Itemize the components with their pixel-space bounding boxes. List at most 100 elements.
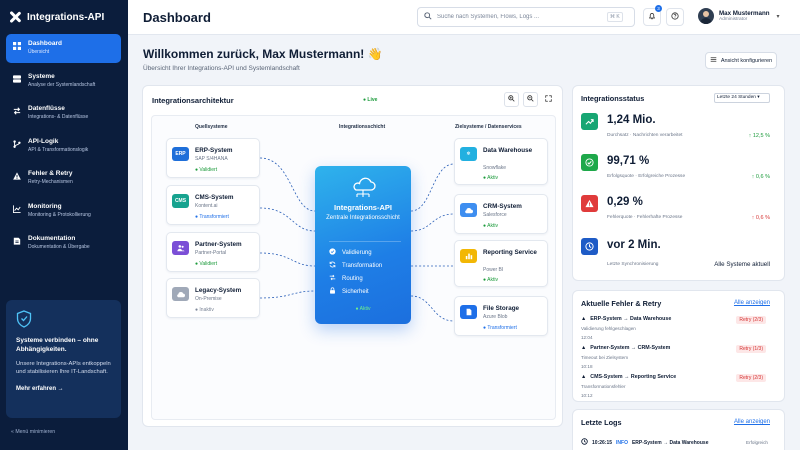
target-system-data-warehouse[interactable]: ❄ Data Warehouse Snowflake ● Aktiv — [454, 138, 548, 185]
warning-icon: ▲ — [581, 374, 587, 380]
target-system-crm[interactable]: CRM-System Salesforce ● Aktiv — [454, 194, 548, 234]
error-time: 12:04 — [581, 335, 593, 340]
check-icon — [581, 154, 598, 171]
bell-icon — [648, 12, 656, 22]
user-menu[interactable]: Max Mustermann Administrator ▾ — [698, 8, 780, 24]
error-item[interactable]: ▲ CMS-System → Reporting Service Transfor… — [581, 374, 778, 399]
time-range-value: Letzte 24 Stunden — [717, 95, 756, 100]
log-row[interactable]: 10:26:15 INFO ERP-System → Data Warehous… — [581, 438, 778, 447]
status-badge: ● Aktiv — [483, 175, 498, 181]
status-card: Integrationsstatus Letzte 24 Stunden ▾ 1… — [572, 85, 785, 281]
sidebar-item-monitoring[interactable]: Monitoring Monitoring & Protokollierung — [6, 197, 121, 226]
dashboard-icon — [13, 42, 21, 50]
chart-icon — [13, 204, 21, 213]
logs-card: Letzte Logs Alle anzeigen 10:26:15 INFO … — [572, 409, 785, 450]
system-sub: Azure Blob — [483, 314, 508, 320]
zoom-in-button[interactable] — [504, 92, 519, 107]
logs-show-all-link[interactable]: Alle anzeigen — [734, 419, 770, 425]
promo-text: Unsere Integrations-APIs entkoppeln und … — [16, 361, 111, 375]
welcome-subtitle: Übersicht Ihrer Integrations-API und Sys… — [143, 65, 300, 72]
time-range-select[interactable]: Letzte 24 Stunden ▾ — [714, 93, 770, 103]
logs-title: Letzte Logs — [581, 418, 622, 427]
source-system-legacy[interactable]: Legacy-System On-Premise ● Inaktiv — [166, 278, 260, 318]
snowflake-icon: ❄ — [460, 147, 477, 161]
configure-view-button[interactable]: Ansicht konfigurieren — [705, 52, 777, 69]
hub-title: Integrations-API — [334, 203, 392, 212]
errors-show-all-link[interactable]: Alle anzeigen — [734, 300, 770, 306]
sidebar-item-fehler-retry[interactable]: Fehler & Retry Retry-Mechanismen — [6, 164, 121, 193]
kpi-delta: ↑ 12,5 % — [748, 133, 770, 139]
sidebar-item-sub: Analyse der Systemlandschaft — [28, 81, 96, 88]
kpi-success-rate: 99,71 % Erfolgsquote · Erfolgreiche Proz… — [581, 152, 778, 192]
branch-icon — [13, 139, 21, 148]
hub-capability-label: Sicherheit — [342, 288, 369, 295]
search-box[interactable]: ⌘ K — [417, 7, 635, 27]
error-item[interactable]: ▲ ERP-System → Data Warehouse Validierung… — [581, 316, 778, 341]
route-icon — [329, 274, 336, 283]
sidebar-item-datenfluesse[interactable]: Datenflüsse Integrations- & Datenflüsse — [6, 99, 121, 128]
sidebar-item-title: Fehler & Retry — [28, 170, 73, 177]
promo-card: Systeme verbinden – ohne Abhängigkeiten.… — [6, 300, 121, 418]
hub-capability-label: Transformation — [342, 262, 383, 269]
chevron-down-icon: ▾ — [757, 95, 760, 100]
log-state: Erfolgreich — [746, 440, 768, 445]
status-badge: ● Transformiert — [195, 214, 229, 220]
brand[interactable]: Integrations-API — [9, 11, 104, 23]
search-input[interactable] — [437, 14, 607, 20]
zoom-out-button[interactable] — [523, 92, 538, 107]
collapse-menu-button[interactable]: « Menü minimieren — [11, 429, 55, 435]
error-time: 10:12 — [581, 393, 593, 398]
system-sub: Salesforce — [483, 212, 507, 218]
source-system-partner[interactable]: Partner-System Partner-Portal ● Validier… — [166, 232, 260, 272]
promo-link[interactable]: Mehr erfahren → — [16, 386, 111, 392]
warning-icon — [581, 195, 598, 212]
errors-card: Aktuelle Fehler & Retry Alle anzeigen ▲ E… — [572, 290, 785, 402]
source-system-cms[interactable]: CMS CMS-System Kontent.ai ● Transformier… — [166, 185, 260, 225]
architecture-card: Integrationsarchitektur ● Live Quellsyst… — [142, 85, 563, 427]
retry-badge[interactable]: Retry (2/3) — [736, 374, 766, 382]
sidebar-item-sub: Retry-Mechanismen — [28, 179, 73, 185]
users-icon — [172, 241, 189, 255]
zoom-out-icon — [527, 95, 534, 104]
source-system-erp[interactable]: ERP ERP-System SAP S/4HANA ● Validiert — [166, 138, 260, 178]
sidebar-item-sub: Übersicht — [28, 49, 50, 55]
shield-icon — [16, 310, 32, 328]
retry-badge[interactable]: Retry (1/3) — [736, 345, 766, 353]
error-item[interactable]: ▲ Partner-System → CRM-System Timeout bei… — [581, 345, 778, 370]
erp-logo-icon: ERP — [172, 147, 189, 161]
brand-logo-icon — [9, 11, 21, 23]
sidebar-item-dashboard[interactable]: Dashboard Übersicht — [6, 34, 121, 63]
retry-badge[interactable]: Retry (2/3) — [736, 316, 766, 324]
system-name: CRM-System — [483, 203, 522, 210]
integration-hub[interactable]: Integrations-API Zentrale Integrationssc… — [315, 166, 411, 324]
sidebar-item-api-logik[interactable]: API-Logik API & Transformationslogik — [6, 132, 121, 161]
sidebar-item-title: API-Logik — [28, 137, 59, 145]
sidebar-item-dokumentation[interactable]: Dokumentation Dokumentation & Übergabe — [6, 229, 121, 258]
clock-icon — [581, 238, 598, 255]
system-sub: Partner-Portal — [195, 250, 227, 256]
hub-subtitle: Zentrale Integrationsschicht — [326, 215, 400, 221]
fullscreen-button[interactable] — [541, 92, 556, 107]
notifications-button[interactable]: 3 — [643, 5, 662, 26]
hub-capability-label: Routing — [342, 275, 363, 282]
search-shortcut: ⌘ K — [607, 12, 623, 22]
system-name: File Storage — [483, 305, 520, 312]
book-icon — [13, 237, 21, 245]
target-system-file-storage[interactable]: File Storage Azure Blob ● Transformiert — [454, 296, 548, 336]
sidebar-item-sub: Integrations- & Datenflüsse — [28, 114, 89, 120]
kpi-value: vor 2 Min. — [607, 239, 661, 251]
target-system-reporting[interactable]: Reporting Service Power BI ● Aktiv — [454, 240, 548, 287]
architecture-title: Integrationsarchitektur — [152, 96, 234, 105]
sidebar-nav: Dashboard Übersicht Systeme Analyse der Sy… — [6, 34, 121, 262]
cloud-network-icon — [349, 177, 377, 199]
hub-capability: Transformation — [329, 259, 401, 272]
help-button[interactable] — [666, 8, 684, 26]
error-time: 10:18 — [581, 364, 593, 369]
zoom-in-icon — [508, 95, 515, 104]
status-badge: ● Aktiv — [483, 223, 498, 229]
error-desc: Timeout bei Zielsystem — [581, 355, 629, 360]
flow-icon — [13, 107, 21, 115]
cms-logo-icon: CMS — [172, 194, 189, 208]
sidebar-item-systeme[interactable]: Systeme Analyse der Systemlandschaft — [6, 67, 121, 96]
trend-icon — [581, 113, 598, 130]
